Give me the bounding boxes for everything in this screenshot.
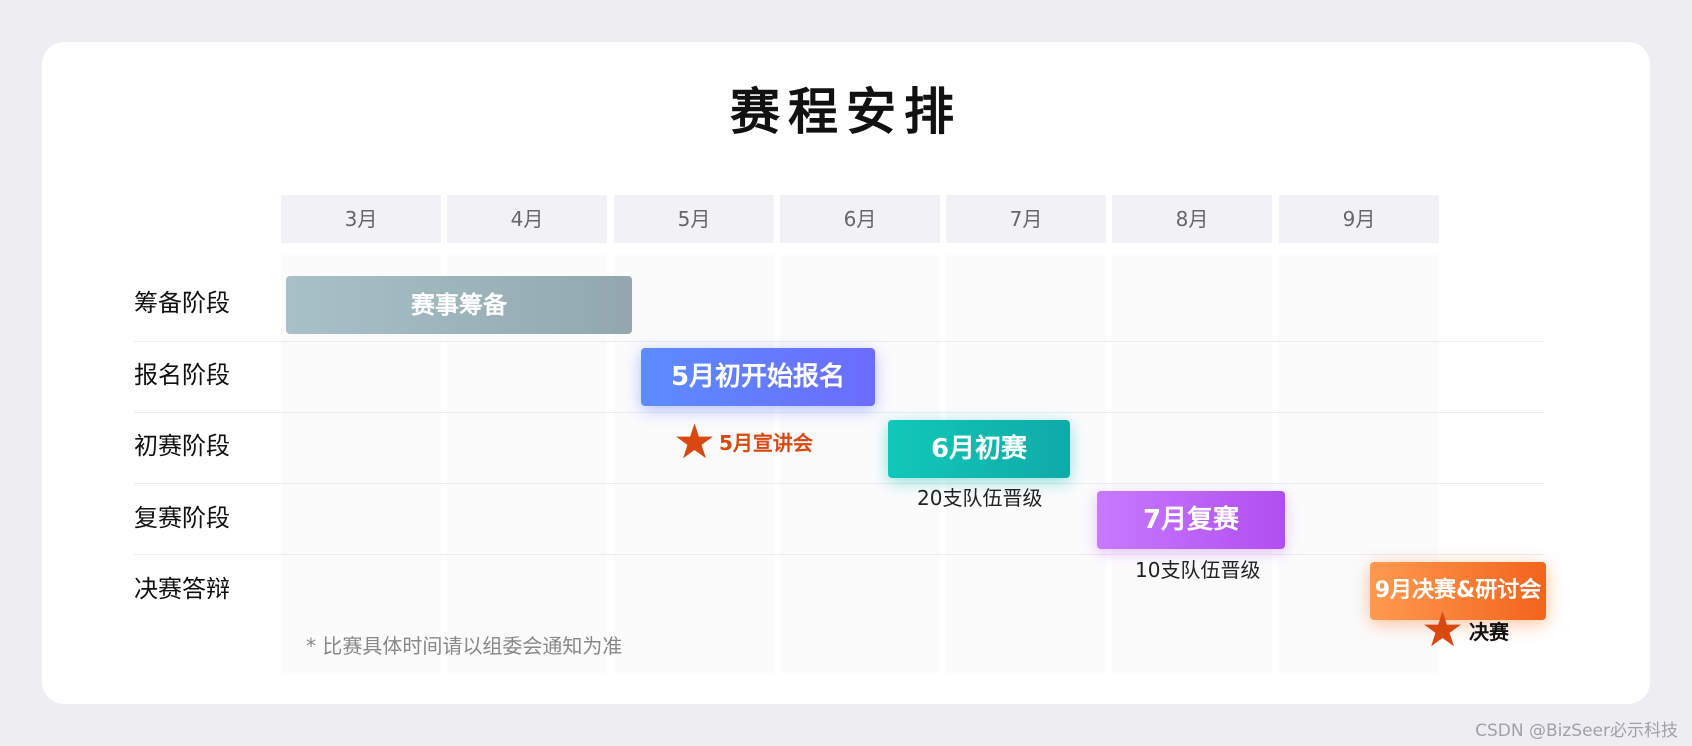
schedule-footnote: * 比赛具体时间请以组委会通知为准: [306, 634, 623, 658]
preliminary-advance-note: 20支队伍晋级: [917, 486, 1043, 510]
month-header-aug: 8月: [1112, 195, 1272, 243]
semifinal-advance-note: 10支队伍晋级: [1135, 558, 1261, 582]
row-divider: [134, 554, 1544, 555]
month-column-bg: [1112, 255, 1272, 673]
page-title: 赛程安排: [730, 83, 962, 141]
row-label-registration: 报名阶段: [134, 361, 230, 389]
watermark: CSDN @BizSeer必示科技: [1475, 721, 1678, 741]
month-header-may: 5月: [614, 195, 774, 243]
row-label-prep: 筹备阶段: [134, 289, 230, 317]
briefing-milestone-label: 5月宣讲会: [719, 431, 813, 455]
row-divider: [134, 483, 1544, 484]
briefing-star-icon: ★: [673, 414, 717, 470]
prep-bar: 赛事筹备: [286, 276, 632, 334]
month-header-mar: 3月: [281, 195, 441, 243]
registration-bar: 5月初开始报名: [641, 348, 875, 406]
row-label-preliminary: 初赛阶段: [134, 432, 230, 460]
month-header-jul: 7月: [946, 195, 1106, 243]
month-header-jun: 6月: [780, 195, 940, 243]
row-divider: [134, 412, 1544, 413]
month-header-apr: 4月: [447, 195, 607, 243]
final-milestone-label: 决赛: [1469, 620, 1509, 644]
schedule-card: 赛程安排 3月 4月 5月 6月 7月 8月 9月 筹备阶段 报名阶段 初赛阶段…: [42, 42, 1650, 704]
row-divider: [134, 341, 1544, 342]
final-star-icon: ★: [1421, 602, 1465, 658]
row-label-final: 决赛答辩: [134, 575, 230, 603]
month-header-sep: 9月: [1279, 195, 1439, 243]
row-label-semifinal: 复赛阶段: [134, 504, 230, 532]
preliminary-bar: 6月初赛: [888, 420, 1070, 478]
semifinal-bar: 7月复赛: [1097, 491, 1285, 549]
